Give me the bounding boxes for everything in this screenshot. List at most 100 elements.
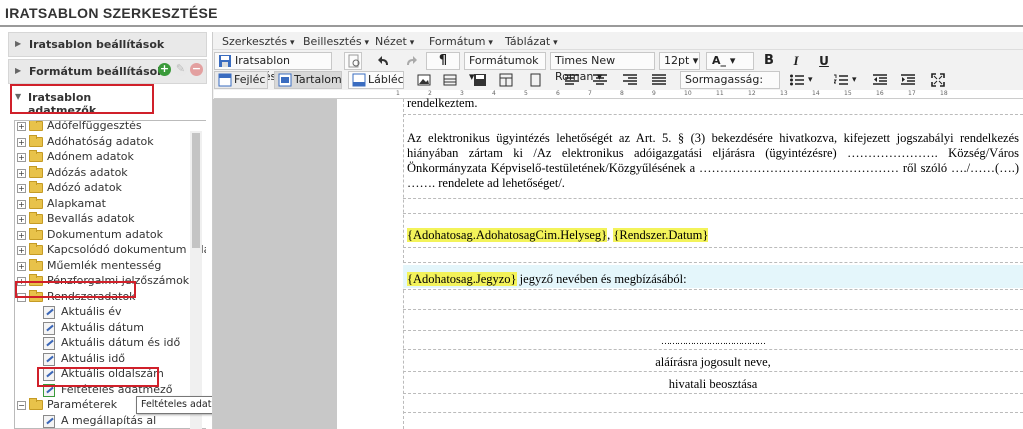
tab-fejlec[interactable]: Fejléc — [214, 71, 268, 89]
content-icon — [278, 73, 292, 87]
align-right-button[interactable] — [620, 71, 638, 89]
undo-icon — [377, 54, 391, 68]
expand-icon[interactable]: + — [17, 199, 26, 209]
paragraph-divider — [403, 262, 1023, 263]
chevron-down-icon: ▾ — [808, 75, 813, 85]
jegyzo-text: jegyző nevében és megbízásából: — [516, 272, 687, 286]
expand-icon[interactable]: + — [17, 261, 26, 271]
triangle-right-icon: ▶ — [15, 66, 22, 75]
numbered-list-button[interactable]: ▾ — [830, 71, 870, 89]
fullscreen-button[interactable] — [928, 71, 946, 89]
preview-button[interactable] — [344, 52, 362, 70]
folder-icon — [29, 227, 43, 240]
tree-scrollbar[interactable] — [190, 131, 202, 429]
undo-button[interactable] — [374, 52, 392, 70]
bullet-list-icon — [790, 74, 804, 88]
doc-line-jegyzo: {Adohatosag.Jegyzo} jegyző nevében és me… — [407, 272, 1019, 287]
fullscreen-icon — [931, 73, 945, 87]
formats-label: Formátumok — [469, 54, 539, 67]
expand-icon[interactable]: + — [17, 168, 26, 178]
formats-dropdown[interactable]: Formátumok ▾ — [464, 52, 546, 83]
tree-item-label: A megállapítás al — [61, 413, 157, 427]
menu-formatum[interactable]: Formátum — [429, 35, 493, 48]
expand-icon[interactable]: + — [17, 122, 26, 131]
outdent-button[interactable] — [870, 71, 888, 89]
tree-item-label: Adónem adatok — [47, 150, 134, 163]
accordion-iratsablon-beallitasok[interactable]: ▶ Iratsablon beállítások — [8, 32, 207, 57]
tree-item-label: Adózó adatok — [47, 181, 122, 194]
save-template-button[interactable]: Iratsablon mentése — [214, 52, 332, 83]
field-helyseg[interactable]: {Adohatosag.AdohatosagCim.Helyseg} — [407, 228, 608, 242]
folder-icon — [29, 258, 43, 271]
expand-icon[interactable]: + — [17, 230, 26, 240]
menu-tablazat[interactable]: Táblázat — [505, 35, 558, 48]
insert-table-button[interactable] — [440, 71, 458, 89]
tab-lablec[interactable]: Lábléc — [348, 71, 404, 89]
menu-nezet[interactable]: Nézet — [375, 35, 414, 48]
preview-icon — [347, 54, 361, 68]
tab-label: Tartalom — [294, 73, 342, 86]
menu-bar: Szerkesztés Beillesztés Nézet Formátum T… — [213, 32, 1023, 50]
field-jegyzo[interactable]: {Adohatosag.Jegyzo} — [407, 272, 517, 286]
align-left-button[interactable] — [562, 71, 580, 89]
tree-item-label: Aktuális idő — [61, 351, 126, 365]
doc-paragraph-elektronikus: Az elektronikus ügyintézés lehetőségét a… — [407, 131, 1019, 190]
page-margin-area — [213, 99, 337, 429]
italic-button[interactable]: I — [787, 52, 805, 70]
page-button[interactable] — [525, 71, 543, 89]
save-doc-button[interactable] — [470, 71, 488, 89]
highlight-box-adatmezok — [10, 84, 154, 114]
remove-field-button[interactable]: − — [190, 63, 203, 76]
scrollbar-thumb[interactable] — [192, 133, 200, 248]
highlight-box-felteteles — [37, 367, 159, 387]
align-right-icon — [623, 74, 637, 88]
bold-icon: B — [764, 53, 774, 68]
menu-beillesztes[interactable]: Beillesztés — [303, 35, 369, 48]
triangle-right-icon: ▶ — [15, 39, 22, 48]
insert-image-button[interactable] — [414, 71, 432, 89]
tree-item-label: Alapkamat — [47, 196, 106, 210]
menu-szerkesztes[interactable]: Szerkesztés — [222, 35, 295, 48]
field-datum[interactable]: {Rendszer.Datum} — [613, 228, 709, 242]
footer-icon — [352, 73, 366, 87]
font-dropdown[interactable]: Times New Roman ▾ — [550, 52, 655, 83]
font-size-dropdown[interactable]: 12pt ▾ — [659, 52, 700, 70]
layout-button[interactable] — [496, 71, 514, 89]
tab-tartalom[interactable]: Tartalom — [274, 71, 342, 89]
underline-button[interactable]: U — [815, 52, 833, 70]
expand-icon[interactable]: + — [17, 137, 26, 147]
font-color-dropdown[interactable]: A_ ▾ — [706, 52, 754, 70]
document-icon — [43, 306, 55, 319]
line-spacing-dropdown[interactable]: Sormagasság: 14pt ▾ — [680, 71, 780, 102]
edit-field-button[interactable]: ✎ — [174, 63, 187, 76]
tab-label: Lábléc — [368, 73, 404, 86]
accordion-label: Formátum beállítások — [29, 65, 165, 78]
tree-item-label: Műemlék mentesség — [47, 258, 162, 272]
tree-item-label: Aktuális dátum és idő — [61, 336, 181, 349]
document-icon — [43, 352, 55, 366]
bullet-list-button[interactable]: ▾ — [786, 71, 826, 89]
paragraph-divider — [403, 247, 1023, 248]
expand-icon[interactable]: + — [17, 153, 26, 162]
tree-item-label: Aktuális év — [61, 305, 122, 318]
justify-icon — [652, 74, 666, 88]
collapse-icon[interactable]: − — [17, 401, 26, 410]
paragraph-divider — [403, 198, 1023, 199]
redo-button[interactable] — [401, 52, 419, 70]
justify-button[interactable] — [649, 71, 667, 89]
folder-icon — [29, 181, 43, 193]
doc-line-helyseg-datum: {Adohatosag.AdohatosagCim.Helyseg}, {Ren… — [407, 228, 1019, 243]
tree-item-label: Kapcsolódó dokumentum adat — [47, 243, 206, 256]
title-bar: IRATSABLON SZERKESZTÉSE — [0, 0, 1023, 27]
align-center-button[interactable] — [590, 71, 608, 89]
expand-icon[interactable]: + — [17, 184, 26, 193]
add-field-button[interactable]: + — [158, 63, 171, 76]
bold-button[interactable]: B — [760, 52, 778, 70]
page-left-margin — [337, 99, 403, 429]
indent-button[interactable] — [898, 71, 916, 89]
expand-icon[interactable]: + — [17, 215, 26, 224]
document-page: rendelkeztem. Az elektronikus ügyintézés… — [403, 96, 1023, 429]
align-left-icon — [565, 74, 579, 88]
show-formatting-button[interactable]: ¶ — [426, 52, 460, 70]
expand-icon[interactable]: + — [17, 246, 26, 255]
